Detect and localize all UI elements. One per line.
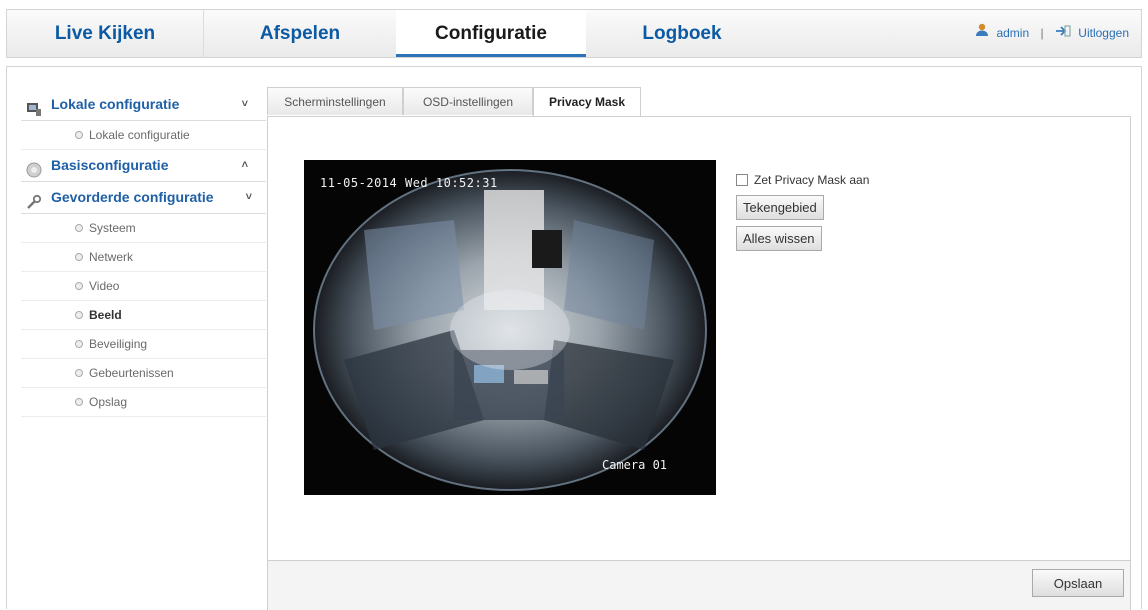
sidebar-item-label: Gebeurtenissen [89,366,174,380]
draw-area-button[interactable]: Tekengebied [736,195,824,220]
bullet-icon [75,253,83,261]
wrench-icon [26,190,42,209]
nav-tab-configuratie[interactable]: Configuratie [396,10,586,57]
tab-privacy-mask[interactable]: Privacy Mask [533,87,641,117]
sidebar-item-beeld[interactable]: Beeld [21,301,266,330]
enable-privacy-mask-checkbox[interactable] [736,174,748,186]
sidebar-section-gevorderde-configuratie[interactable]: Gevorderde configuratie ˅ [21,182,266,214]
sidebar-section-lokale-configuratie[interactable]: Lokale configuratie ˅ [21,89,266,121]
top-navigation: Live Kijken Afspelen Configuratie Logboe… [6,9,1142,58]
bullet-icon [75,340,83,348]
sidebar-item-systeem[interactable]: Systeem [21,214,266,243]
sidebar-section-label: Lokale configuratie [51,96,180,112]
user-icon [975,10,989,57]
bullet-icon [75,282,83,290]
clear-all-button[interactable]: Alles wissen [736,226,822,251]
circle-icon [26,158,42,178]
sidebar-item-label: Beeld [89,308,122,322]
monitor-icon [26,97,42,116]
sidebar-item-lokale-configuratie[interactable]: Lokale configuratie [21,121,266,150]
video-osd-camera-name: Camera 01 [602,458,668,472]
sidebar-item-video[interactable]: Video [21,272,266,301]
sidebar-section-label: Gevorderde configuratie [51,189,214,205]
nav-tab-logboek[interactable]: Logboek [586,10,778,57]
logout-link[interactable]: Uitloggen [1078,26,1129,40]
bullet-icon [75,369,83,377]
bullet-icon [75,131,83,139]
bullet-icon [75,224,83,232]
content-area: Scherminstellingen OSD-instellingen Priv… [267,87,1131,610]
username[interactable]: admin [996,26,1029,40]
nav-tab-afspelen[interactable]: Afspelen [204,10,396,57]
sidebar-item-label: Lokale configuratie [89,128,190,142]
sidebar-item-gebeurtenissen[interactable]: Gebeurtenissen [21,359,266,388]
enable-privacy-mask-row: Zet Privacy Mask aan [736,171,869,189]
tab-osd-instellingen[interactable]: OSD-instellingen [403,87,533,115]
content-footer: Opslaan [267,561,1131,610]
bullet-icon [75,398,83,406]
sidebar-item-label: Netwerk [89,250,134,264]
bullet-icon [75,311,83,319]
user-area: admin | Uitloggen [975,10,1129,57]
sidebar-section-label: Basisconfiguratie [51,157,169,173]
chevron-down-icon[interactable]: ˅ [242,89,248,120]
sidebar-item-label: Beveiliging [89,337,148,351]
video-osd-timestamp: 11-05-2014 Wed 10:52:31 [320,176,498,190]
save-button[interactable]: Opslaan [1032,569,1124,597]
sidebar-item-label: Video [89,279,120,293]
live-video-preview[interactable]: 11-05-2014 Wed 10:52:31 Camera 01 [304,160,716,495]
privacy-mask-controls: Zet Privacy Mask aan Tekengebied Alles w… [736,171,869,251]
tab-scherminstellingen[interactable]: Scherminstellingen [267,87,403,115]
fisheye-image [313,169,707,491]
privacy-mask-panel: 11-05-2014 Wed 10:52:31 Camera 01 Zet Pr… [267,116,1131,561]
main-frame: Lokale configuratie ˅ Lokale configurati… [6,66,1142,610]
sidebar-item-beveiliging[interactable]: Beveiliging [21,330,266,359]
nav-tab-live-kijken[interactable]: Live Kijken [7,10,203,57]
logout-icon [1055,10,1071,57]
chevron-up-icon[interactable]: ˄ [242,150,248,181]
sidebar-item-label: Systeem [89,221,136,235]
enable-privacy-mask-label: Zet Privacy Mask aan [754,173,870,187]
sidebar-item-netwerk[interactable]: Netwerk [21,243,266,272]
sidebar: Lokale configuratie ˅ Lokale configurati… [21,89,266,417]
sidebar-section-basisconfiguratie[interactable]: Basisconfiguratie ˄ [21,150,266,182]
sidebar-item-label: Opslag [89,395,128,409]
user-separator: | [1040,26,1044,40]
sidebar-item-opslag[interactable]: Opslag [21,388,266,417]
chevron-down-icon[interactable]: ˅ [246,182,252,213]
